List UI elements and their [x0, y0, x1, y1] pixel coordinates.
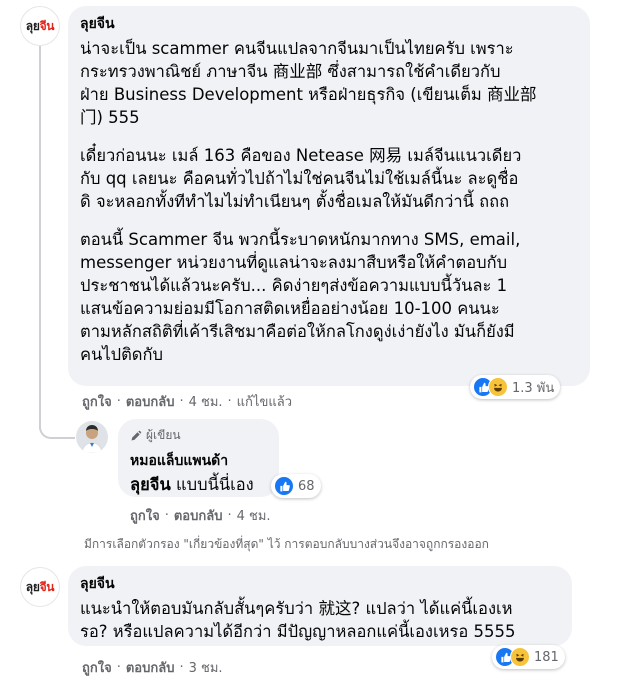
reply-button[interactable]: ตอบกลับ: [174, 505, 223, 526]
filter-notice: มีการเลือกตัวกรอง "เกี่ยวข้องที่สุด" ไว้…: [84, 537, 489, 551]
avatar[interactable]: ลุยจีน: [20, 6, 60, 46]
comment-actions: ถูกใจ · ตอบกลับ · 4 ชม. · แก้ไขแล้ว: [82, 391, 292, 412]
comment-actions: ถูกใจ · ตอบกลับ · 3 ชม.: [82, 657, 223, 678]
like-button[interactable]: ถูกใจ: [130, 505, 160, 526]
reaction-count: 68: [298, 478, 315, 494]
reply-button[interactable]: ตอบกลับ: [126, 391, 175, 412]
comment-bubble: ลุยจีน น่าจะเป็น scammer คนจีนแปลจากจีนม…: [68, 6, 590, 386]
thread-line: [39, 46, 41, 429]
haha-icon: [510, 647, 530, 667]
like-icon: [274, 476, 294, 496]
reaction-summary[interactable]: 68: [271, 474, 321, 498]
reply-actions: ถูกใจ · ตอบกลับ · 4 ชม.: [130, 505, 271, 526]
reply-text: ลุยจีน แบบนี้นี่เอง: [130, 475, 254, 494]
reaction-summary[interactable]: 181: [492, 645, 565, 669]
haha-icon: [488, 377, 508, 397]
reaction-summary[interactable]: 1.3 พัน: [470, 375, 561, 399]
avatar-logo: ลุยจีน: [25, 579, 55, 594]
reply-button[interactable]: ตอบกลับ: [126, 657, 175, 678]
comment-author[interactable]: ลุยจีน: [80, 575, 560, 593]
reply-avatar[interactable]: [76, 421, 108, 453]
like-button[interactable]: ถูกใจ: [82, 391, 112, 412]
like-button[interactable]: ถูกใจ: [82, 657, 112, 678]
timestamp[interactable]: 4 ชม.: [237, 505, 271, 526]
comment-text: แนะนำให้ตอบมันกลับสั้นๆครับว่า 就这? แปลว่…: [80, 599, 516, 641]
author-badge: ผู้เขียน: [130, 426, 267, 445]
reaction-count: 1.3 พัน: [512, 380, 555, 396]
author-avatar-icon: [81, 425, 103, 453]
comment-paragraph: ตอนนี้ Scammer จีน พวกนี้ระบาดหนักมากทาง…: [80, 230, 521, 364]
timestamp[interactable]: 4 ชม.: [189, 391, 223, 412]
edited-label[interactable]: แก้ไขแล้ว: [237, 391, 292, 412]
reaction-count: 181: [534, 649, 559, 665]
comment-paragraph: น่าจะเป็น scammer คนจีนแปลจากจีนมาเป็นไท…: [80, 39, 537, 127]
reply-bubble: ผู้เขียน หมอแล็บแพนด้า ลุยจีน แบบนี้นี่เ…: [118, 419, 279, 497]
comment-bubble: ลุยจีน แนะนำให้ตอบมันกลับสั้นๆครับว่า 就这…: [68, 566, 572, 646]
reply-author[interactable]: หมอแล็บแพนด้า: [130, 452, 267, 470]
avatar[interactable]: ลุยจีน: [20, 567, 60, 607]
comment-paragraph: เดี๋ยวก่อนนะ เมล์ 163 คือของ Netease 网易 …: [80, 146, 522, 211]
comment-text: น่าจะเป็น scammer คนจีนแปลจากจีนมาเป็นไท…: [80, 37, 578, 366]
avatar-logo: ลุยจีน: [25, 18, 55, 33]
timestamp[interactable]: 3 ชม.: [189, 657, 223, 678]
pencil-icon: [131, 430, 142, 440]
comment-author[interactable]: ลุยจีน: [80, 15, 578, 33]
mention-tag[interactable]: ลุยจีน: [130, 475, 171, 494]
thread-line-curve: [39, 427, 75, 439]
